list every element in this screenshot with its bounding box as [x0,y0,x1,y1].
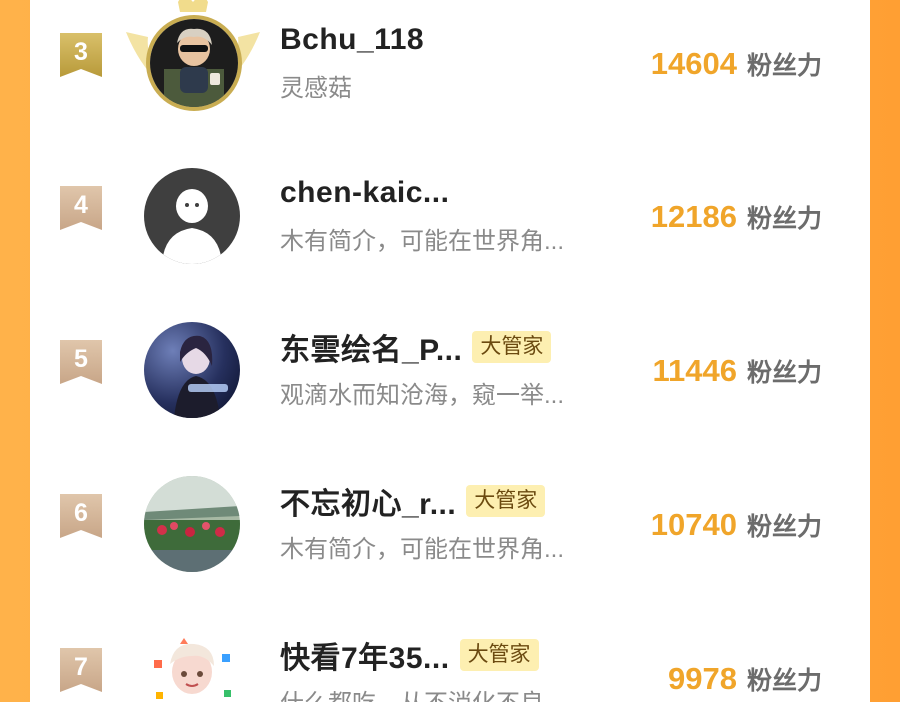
user-bio: 木有简介，可能在世界角... [280,536,565,563]
avatar[interactable] [146,15,242,111]
score-value: 9978 [668,661,737,696]
score-unit: 粉丝力 [746,52,822,80]
rank-badge: 7 [60,648,102,692]
user-name[interactable]: 快看7年35... [280,633,450,677]
avatar[interactable] [144,322,240,418]
score-unit: 粉丝力 [746,513,822,541]
rank-number: 7 [74,653,88,681]
role-badge: 大管家 [466,485,546,517]
role-badge: 大管家 [459,639,539,671]
user-name-line: 快看7年35... 大管家 [280,635,539,675]
user-name-line: Bchu_118 [280,20,424,60]
ranking-row[interactable]: 7 快看7年35... 大管家 9978 粉丝力 [30,621,870,702]
score-unit: 粉丝力 [746,205,822,233]
user-bio: 木有简介，可能在世界角... [280,228,565,255]
avatar[interactable] [144,630,240,702]
fan-score: 10740 粉丝力 [651,507,822,543]
cartoon-boy-avatar-icon [150,19,238,107]
ranking-list: 3 Bchu_118 灵感菇 14604 粉丝力 4 chen-kaic... … [30,0,870,702]
default-user-avatar-icon [144,168,240,264]
user-bio: 灵感菇 [280,75,352,102]
rank-number: 3 [74,38,88,66]
user-name[interactable]: chen-kaic... [280,176,449,210]
user-name[interactable]: Bchu_118 [280,23,424,57]
score-value: 14604 [650,46,737,81]
user-name[interactable]: 东雲绘名_P... [280,325,462,369]
flower-garden-avatar-icon [144,476,240,572]
rank-number: 6 [74,499,88,527]
anime-girl-avatar-icon [144,322,240,418]
rank-badge: 6 [60,494,102,538]
fan-score: 9978 粉丝力 [668,661,822,697]
role-badge: 大管家 [472,331,552,363]
user-name-line: 不忘初心_r... 大管家 [280,479,546,523]
rank-number: 4 [74,191,88,219]
user-bio: 观滴水而知沧海，窥一举... [280,382,565,409]
user-name-line: 东雲绘名_P... 大管家 [280,325,552,369]
ranking-page: 3 Bchu_118 灵感菇 14604 粉丝力 4 chen-kaic... … [0,0,900,702]
ranking-row[interactable]: 3 Bchu_118 灵感菇 14604 粉丝力 [30,0,870,116]
score-value: 10740 [650,507,737,542]
user-bio: 什么都吃，从不消化不良 [280,683,544,702]
rank-badge: 4 [60,186,102,230]
ranking-row[interactable]: 5 东雲绘名_P... 大管家 观滴水而知沧海，窥一举... 11446 粉丝力 [30,313,870,423]
user-name[interactable]: 不忘初心_r... [280,479,456,523]
score-unit: 粉丝力 [746,667,822,695]
score-value: 11446 [652,353,737,388]
avatar[interactable] [144,168,240,264]
ranking-row[interactable]: 6 不忘初心_r... 大管家 木有简介，可能在世界角... 10740 粉丝力 [30,467,870,577]
sticker-character-avatar-icon [144,630,240,702]
rank-number: 5 [74,345,88,373]
fan-score: 12186 粉丝力 [651,199,822,235]
avatar[interactable] [144,476,240,572]
score-unit: 粉丝力 [746,359,822,387]
score-value: 12186 [650,199,737,234]
rank-badge: 5 [60,340,102,384]
user-name-line: chen-kaic... [280,173,449,213]
fan-score: 14604 粉丝力 [651,46,822,82]
fan-score: 11446 粉丝力 [652,353,822,389]
ranking-row[interactable]: 4 chen-kaic... 木有简介，可能在世界角... 12186 粉丝力 [30,159,870,269]
rank-badge: 3 [60,33,102,77]
